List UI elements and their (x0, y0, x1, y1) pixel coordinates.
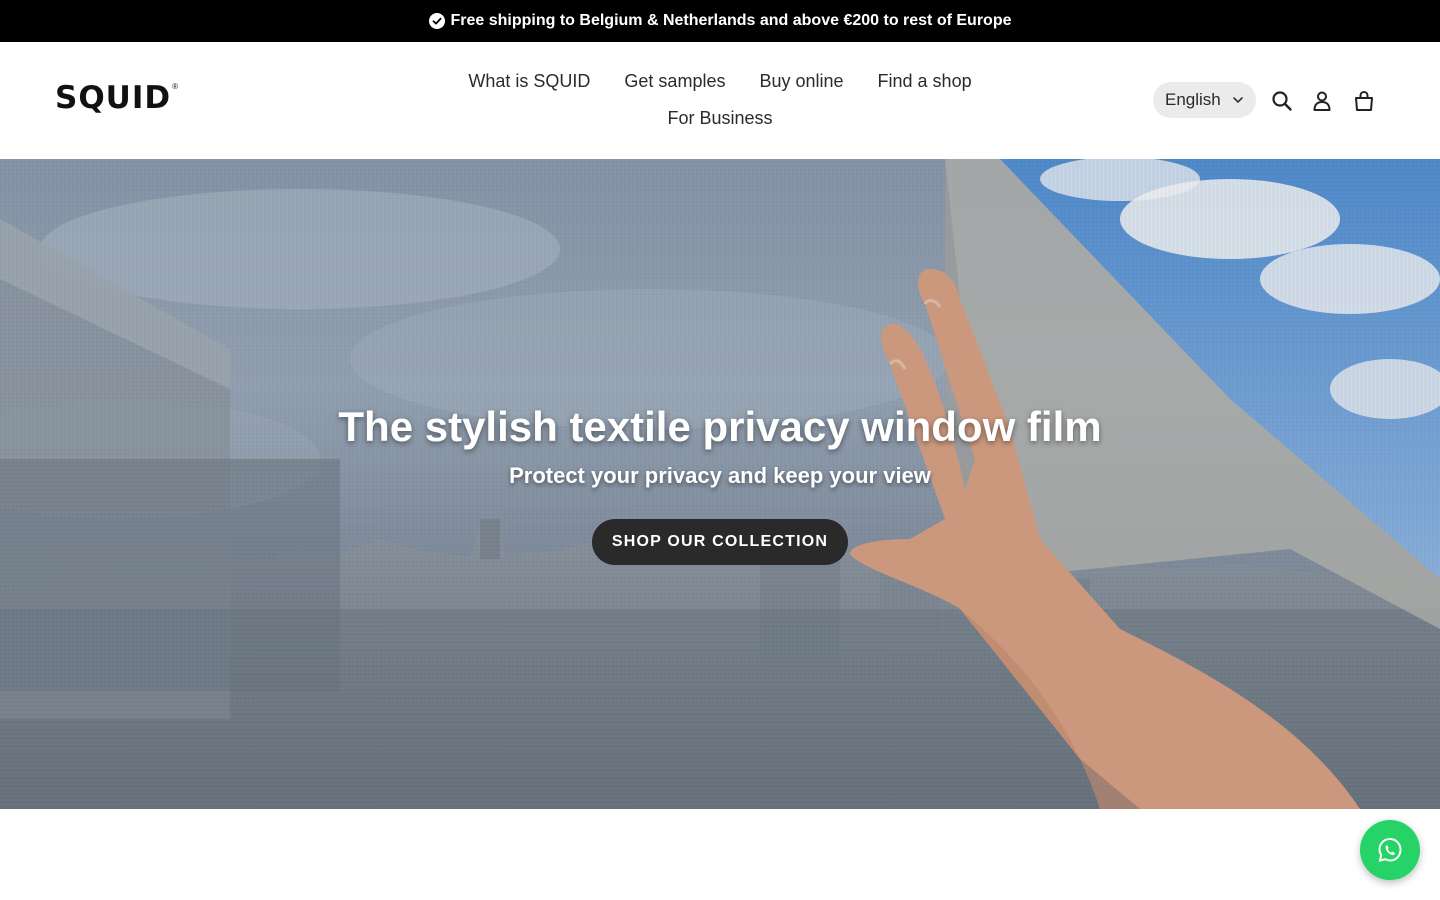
whatsapp-chat-button[interactable] (1360, 820, 1420, 880)
whatsapp-icon (1378, 837, 1402, 862)
logo-wordmark: SQUID (55, 80, 172, 116)
nav-what-is-squid[interactable]: What is SQUID (451, 66, 607, 97)
hero-title: The stylish textile privacy window film (338, 403, 1102, 450)
logo[interactable]: SQUID ® (55, 80, 178, 120)
registered-mark: ® (172, 82, 179, 91)
account-icon[interactable] (1311, 90, 1333, 112)
site-header: SQUID ® What is SQUID Get samples Buy on… (0, 42, 1440, 159)
nav-get-samples[interactable]: Get samples (607, 66, 742, 97)
announcement-bar: Free shipping to Belgium & Netherlands a… (0, 0, 1440, 42)
nav-find-a-shop[interactable]: Find a shop (861, 66, 989, 97)
nav-for-business[interactable]: For Business (650, 103, 789, 134)
check-circle-icon (428, 13, 445, 29)
language-selected: English (1165, 90, 1221, 109)
nav-buy-online[interactable]: Buy online (742, 66, 860, 97)
announcement-text: Free shipping to Belgium & Netherlands a… (450, 12, 1012, 29)
chevron-down-icon (1233, 97, 1243, 104)
search-icon[interactable] (1271, 90, 1293, 112)
main-nav: What is SQUID Get samples Buy online Fin… (440, 66, 1000, 134)
cart-icon[interactable] (1353, 90, 1375, 112)
language-selector[interactable]: English (1153, 82, 1256, 118)
shop-collection-button[interactable]: SHOP OUR COLLECTION (592, 519, 848, 565)
hero-banner: The stylish textile privacy window film … (0, 159, 1440, 809)
hero-subtitle: Protect your privacy and keep your view (509, 463, 931, 488)
